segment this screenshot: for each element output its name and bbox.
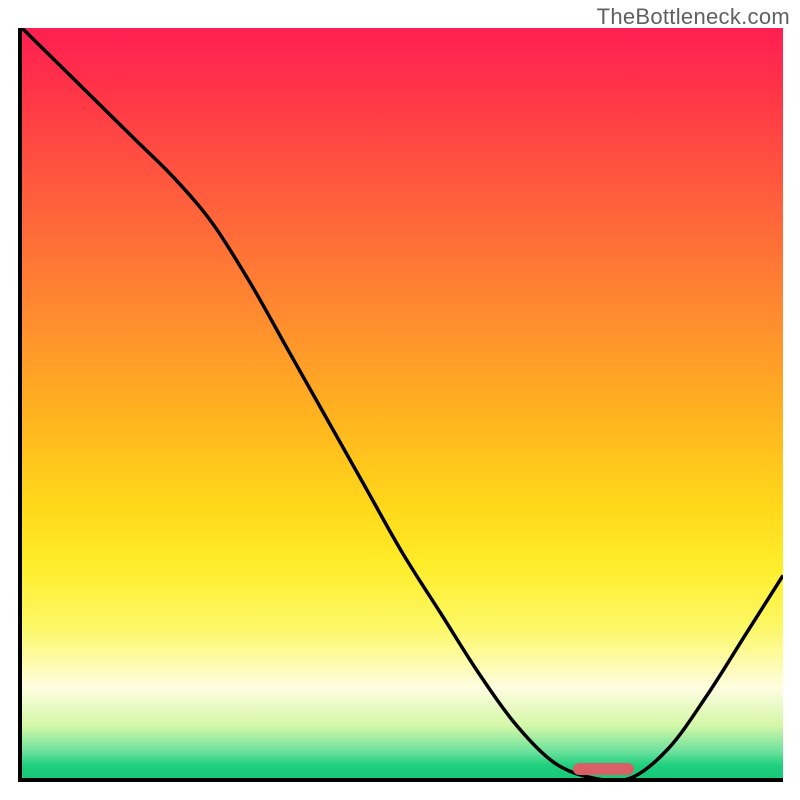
chart-container: TheBottleneck.com bbox=[0, 0, 800, 800]
plot-area bbox=[18, 28, 783, 782]
optimal-range-marker bbox=[573, 763, 634, 775]
watermark-text: TheBottleneck.com bbox=[597, 4, 790, 30]
bottleneck-curve bbox=[22, 28, 783, 778]
